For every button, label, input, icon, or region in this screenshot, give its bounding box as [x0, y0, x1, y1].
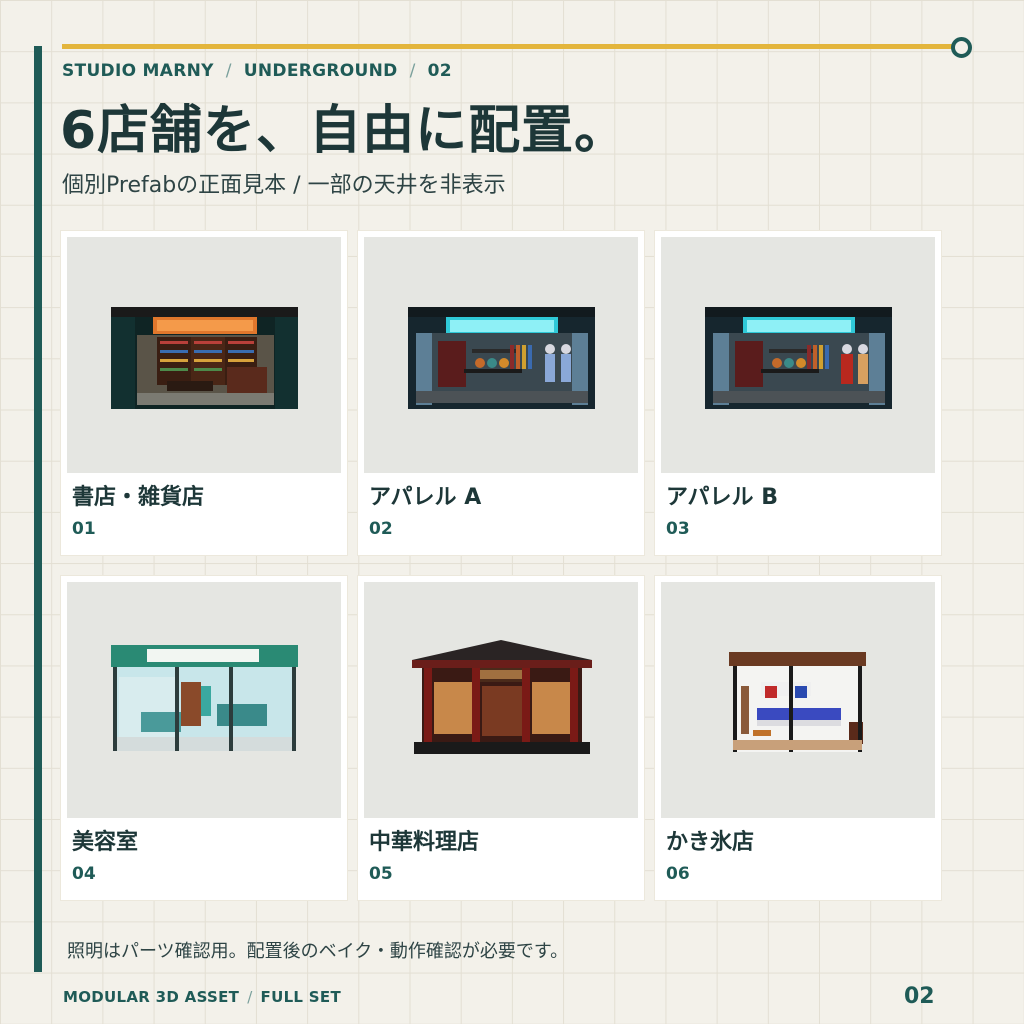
- store-number: 01: [72, 519, 96, 539]
- page-subtitle: 個別Prefabの正面見本 / 一部の天井を非表示: [62, 173, 506, 198]
- store-number: 04: [72, 864, 96, 884]
- store-name: かき氷店: [666, 830, 755, 855]
- breadcrumb-page: 02: [427, 61, 452, 81]
- store-card-apparel-b: アパレル B 03: [655, 231, 941, 555]
- breadcrumb-studio: STUDIO MARNY: [62, 61, 214, 81]
- lighting-note: 照明はパーツ確認用。配置後のベイク・動作確認が必要です。: [67, 941, 569, 962]
- footer-asset-type: MODULAR 3D ASSET: [63, 988, 240, 1006]
- store-preview-image: [67, 582, 341, 818]
- store-number: 02: [369, 519, 393, 539]
- store-card-apparel-a: アパレル A 02: [358, 231, 644, 555]
- footer-separator: /: [247, 988, 253, 1006]
- breadcrumb-section: UNDERGROUND: [243, 61, 398, 81]
- ring-marker-icon: [951, 37, 972, 58]
- breadcrumb-separator: /: [409, 61, 416, 81]
- store-card-bookstore: 書店・雑貨店 01: [61, 231, 347, 555]
- store-preview-image: [67, 237, 341, 473]
- breadcrumb-separator: /: [225, 61, 232, 81]
- page-title: 6店舗を、自由に配置。: [60, 101, 628, 161]
- store-name: アパレル B: [666, 485, 778, 510]
- footer-label: MODULAR 3D ASSET / FULL SET: [63, 988, 341, 1006]
- store-name: 美容室: [72, 830, 139, 855]
- left-accent-bar: [34, 46, 42, 972]
- breadcrumb: STUDIO MARNY / UNDERGROUND / 02: [62, 61, 452, 81]
- store-preview-image: [364, 582, 638, 818]
- store-number: 03: [666, 519, 690, 539]
- page-number: 02: [904, 984, 935, 1009]
- store-number: 05: [369, 864, 393, 884]
- footer-set-type: FULL SET: [260, 988, 341, 1006]
- store-card-shaved-ice: かき氷店 06: [655, 576, 941, 900]
- store-card-beauty-salon: 美容室 04: [61, 576, 347, 900]
- store-preview-image: [661, 237, 935, 473]
- store-card-chinese-restaurant: 中華料理店 05: [358, 576, 644, 900]
- store-name: アパレル A: [369, 485, 482, 510]
- store-number: 06: [666, 864, 690, 884]
- top-accent-line: [62, 44, 956, 49]
- store-name: 中華料理店: [369, 830, 480, 855]
- store-name: 書店・雑貨店: [72, 485, 205, 510]
- store-preview-image: [661, 582, 935, 818]
- store-preview-image: [364, 237, 638, 473]
